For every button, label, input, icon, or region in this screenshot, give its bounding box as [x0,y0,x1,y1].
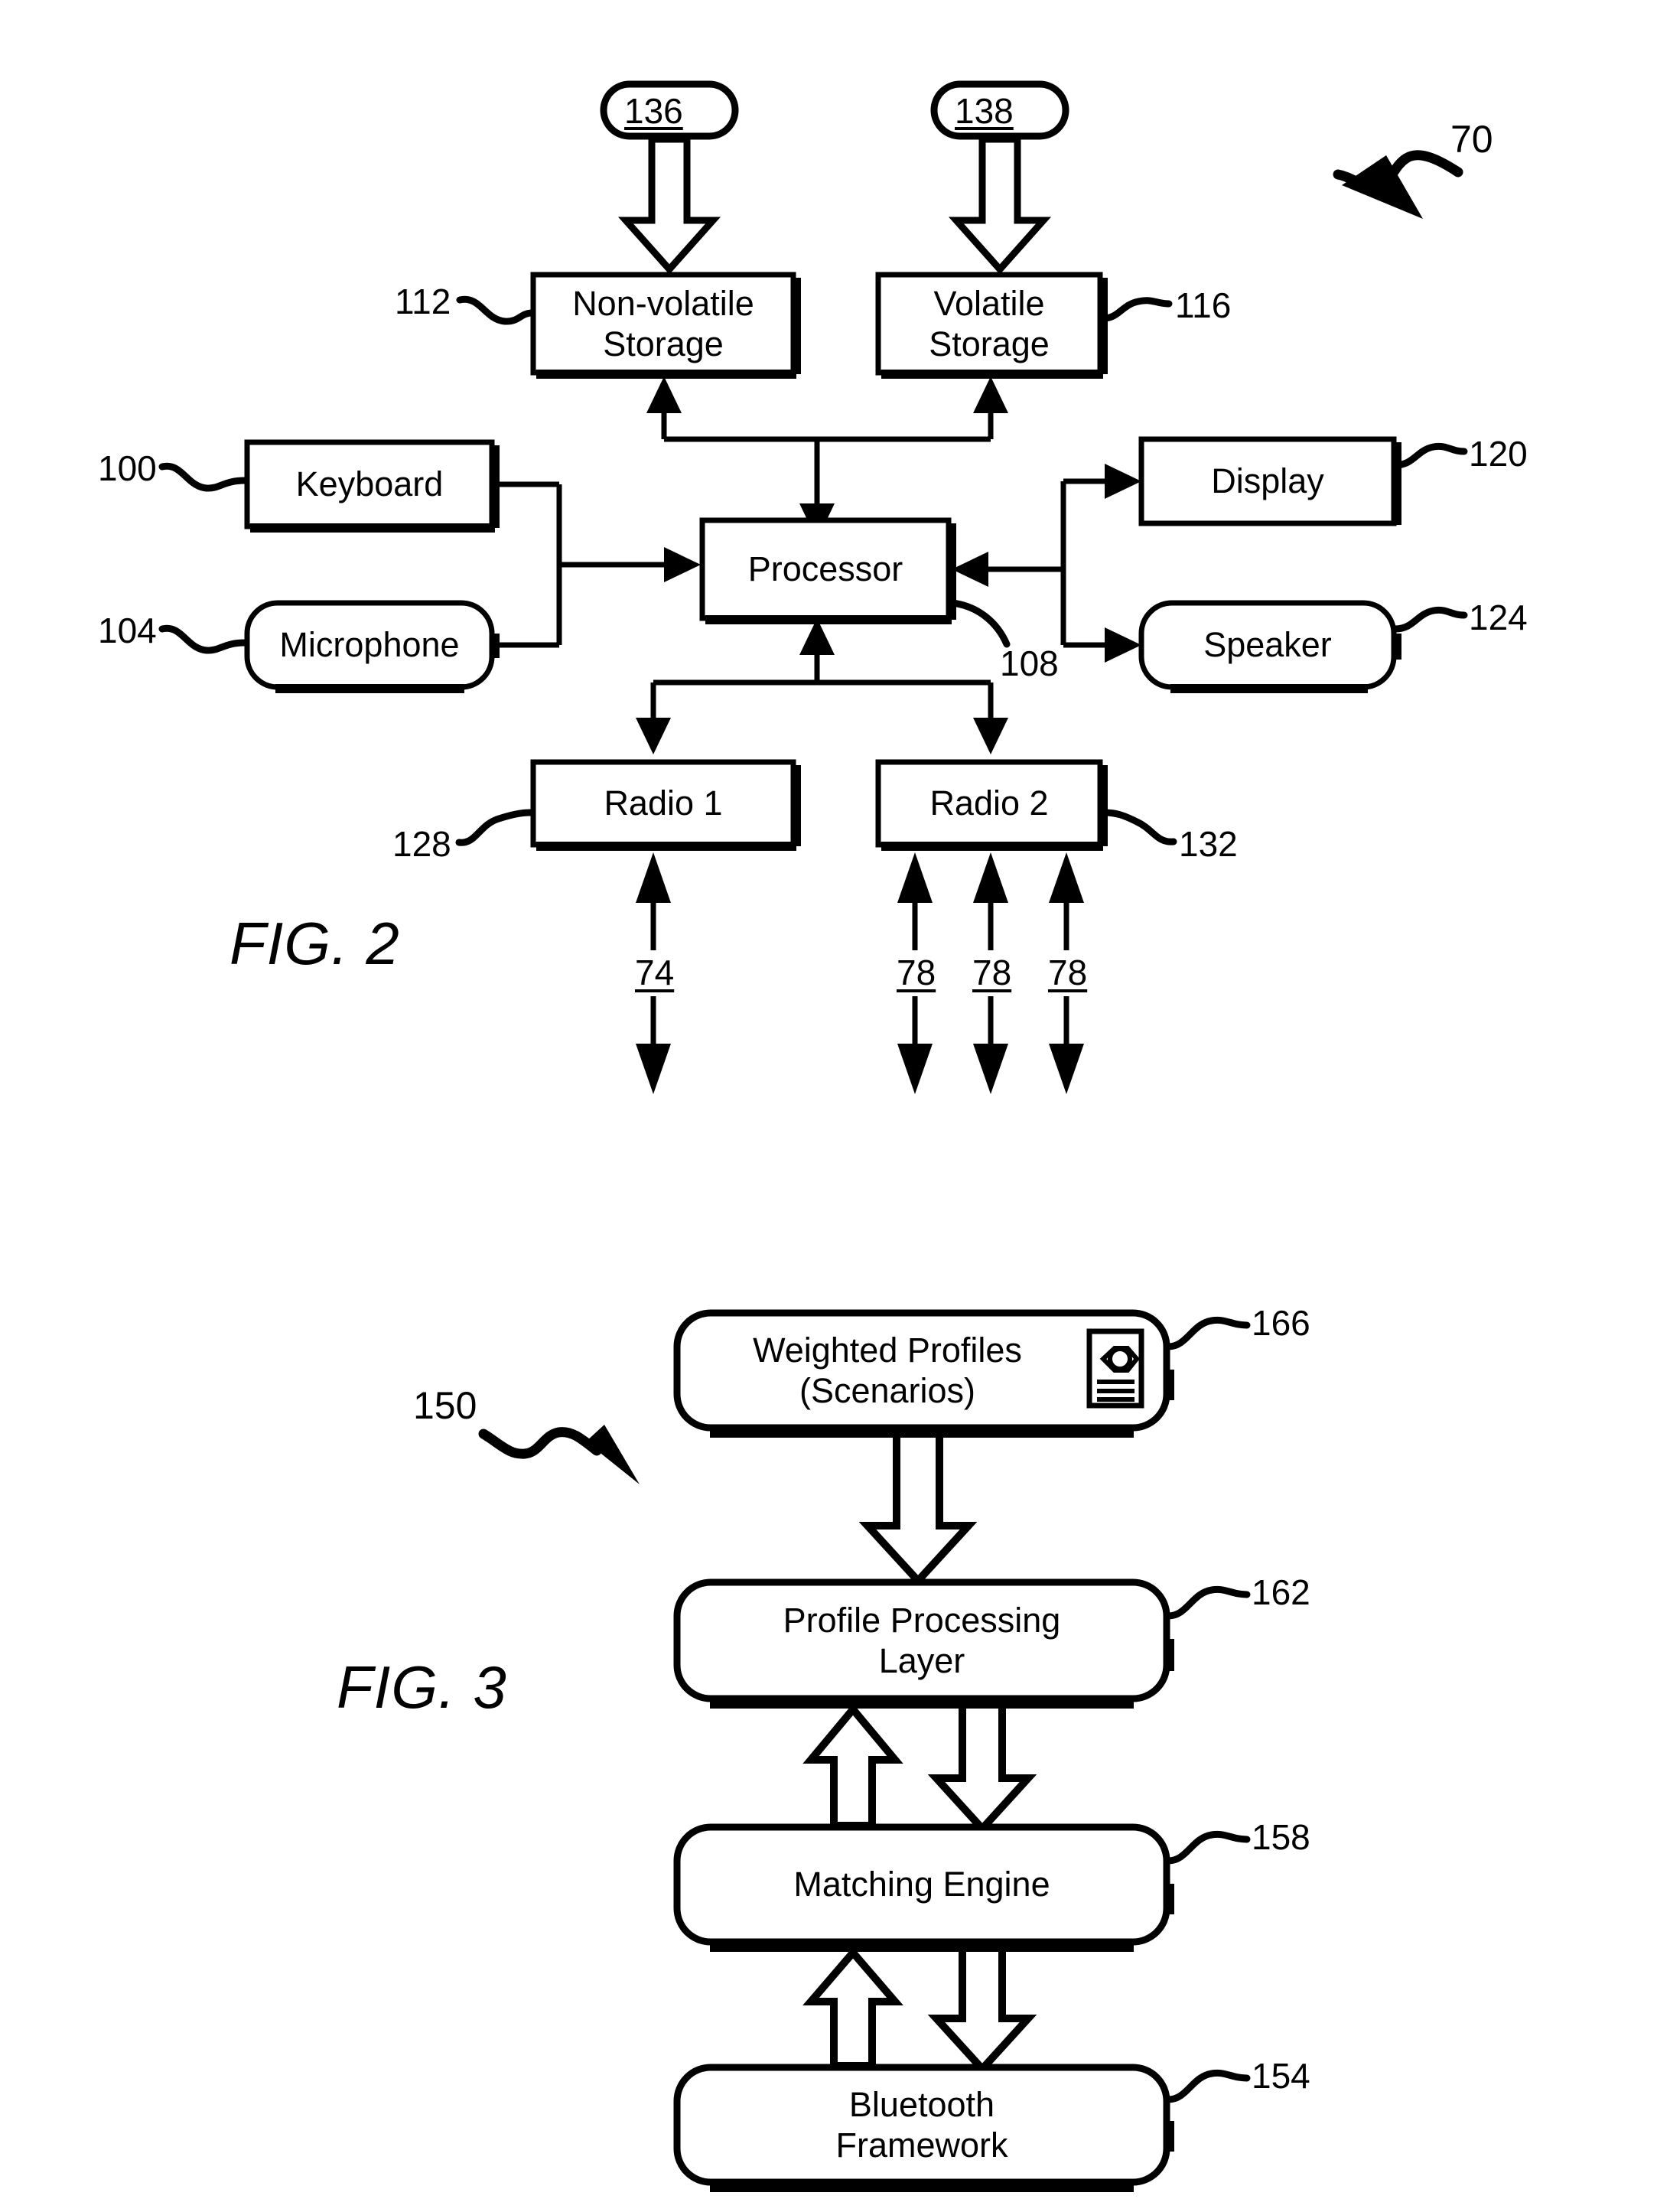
bus-radios-to-processor [636,618,1008,754]
signal-label-78-c: 78 [1048,953,1088,992]
block-nonvolatile-storage [530,272,801,379]
figure-label-fig-2: FIG. 2 [230,910,400,977]
ref-158: 158 [1252,1817,1310,1857]
leader-128 [455,809,535,846]
leader-158 [1164,1830,1251,1865]
pill-136-label: 136 [624,91,683,131]
block-arrow-weighted-to-profile [858,1430,978,1587]
leader-104 [158,624,249,654]
bus-inputs-to-processor [492,481,701,648]
bus-processor-to-outputs [952,464,1141,663]
block-profile-processing-layer [673,1578,1174,1709]
block-radio-2 [875,759,1108,851]
signal-label-74: 74 [635,953,675,992]
block-arrow-138-to-volatile [948,135,1052,275]
ref-124: 124 [1469,598,1528,637]
leader-116 [1100,297,1173,322]
leader-132 [1100,809,1177,845]
block-arrow-bluetooth-to-matching-up [802,1946,903,2070]
block-arrow-profile-to-matching-down [927,1701,1037,1835]
block-keyboard [244,439,500,533]
ref-120: 120 [1469,434,1528,474]
leader-108 [949,599,1011,648]
block-speaker [1138,600,1401,693]
ref-112: 112 [395,282,451,321]
block-bluetooth-framework [673,2064,1174,2192]
ref-104: 104 [98,611,157,650]
leader-100 [158,462,249,492]
leader-166 [1164,1316,1251,1350]
ref-132: 132 [1179,824,1238,864]
block-radio-1 [530,759,801,851]
signal-label-78-a: 78 [897,953,936,992]
ref-166: 166 [1252,1303,1310,1343]
leader-124 [1392,606,1468,633]
ref-154: 154 [1252,2056,1310,2096]
bus-processor-to-storage [646,376,1008,540]
ref-100: 100 [98,448,157,488]
ref-162: 162 [1252,1572,1310,1612]
ref-150: 150 [413,1384,477,1427]
ref-70: 70 [1450,118,1493,161]
ref-116: 116 [1175,285,1232,325]
pill-138-label: 138 [955,91,1014,131]
leader-70 [1333,150,1463,219]
block-display [1141,439,1401,526]
leader-162 [1164,1585,1251,1620]
block-microphone [244,600,500,693]
ref-108: 108 [1000,643,1059,683]
block-volatile-storage [875,272,1108,379]
signal-label-78-b: 78 [972,953,1012,992]
leader-154 [1164,2069,1251,2103]
block-arrow-136-to-nonvolatile [617,135,721,275]
block-arrow-matching-to-profile-up [802,1703,903,1829]
patent-drawing-sheet: 136 138 Non-volatile Storage Volatile St… [0,0,1670,2212]
diagram-vector-art [0,0,1468,2192]
block-matching-engine [673,1823,1174,1952]
leader-120 [1392,442,1468,469]
block-processor [699,517,956,624]
leader-112 [456,295,535,325]
ref-128: 128 [392,824,451,864]
block-arrow-matching-to-bluetooth-down [927,1944,1037,2075]
leader-150 [478,1425,640,1484]
figure-label-fig-3: FIG. 3 [337,1653,507,1721]
document-view-icon [1086,1328,1144,1409]
